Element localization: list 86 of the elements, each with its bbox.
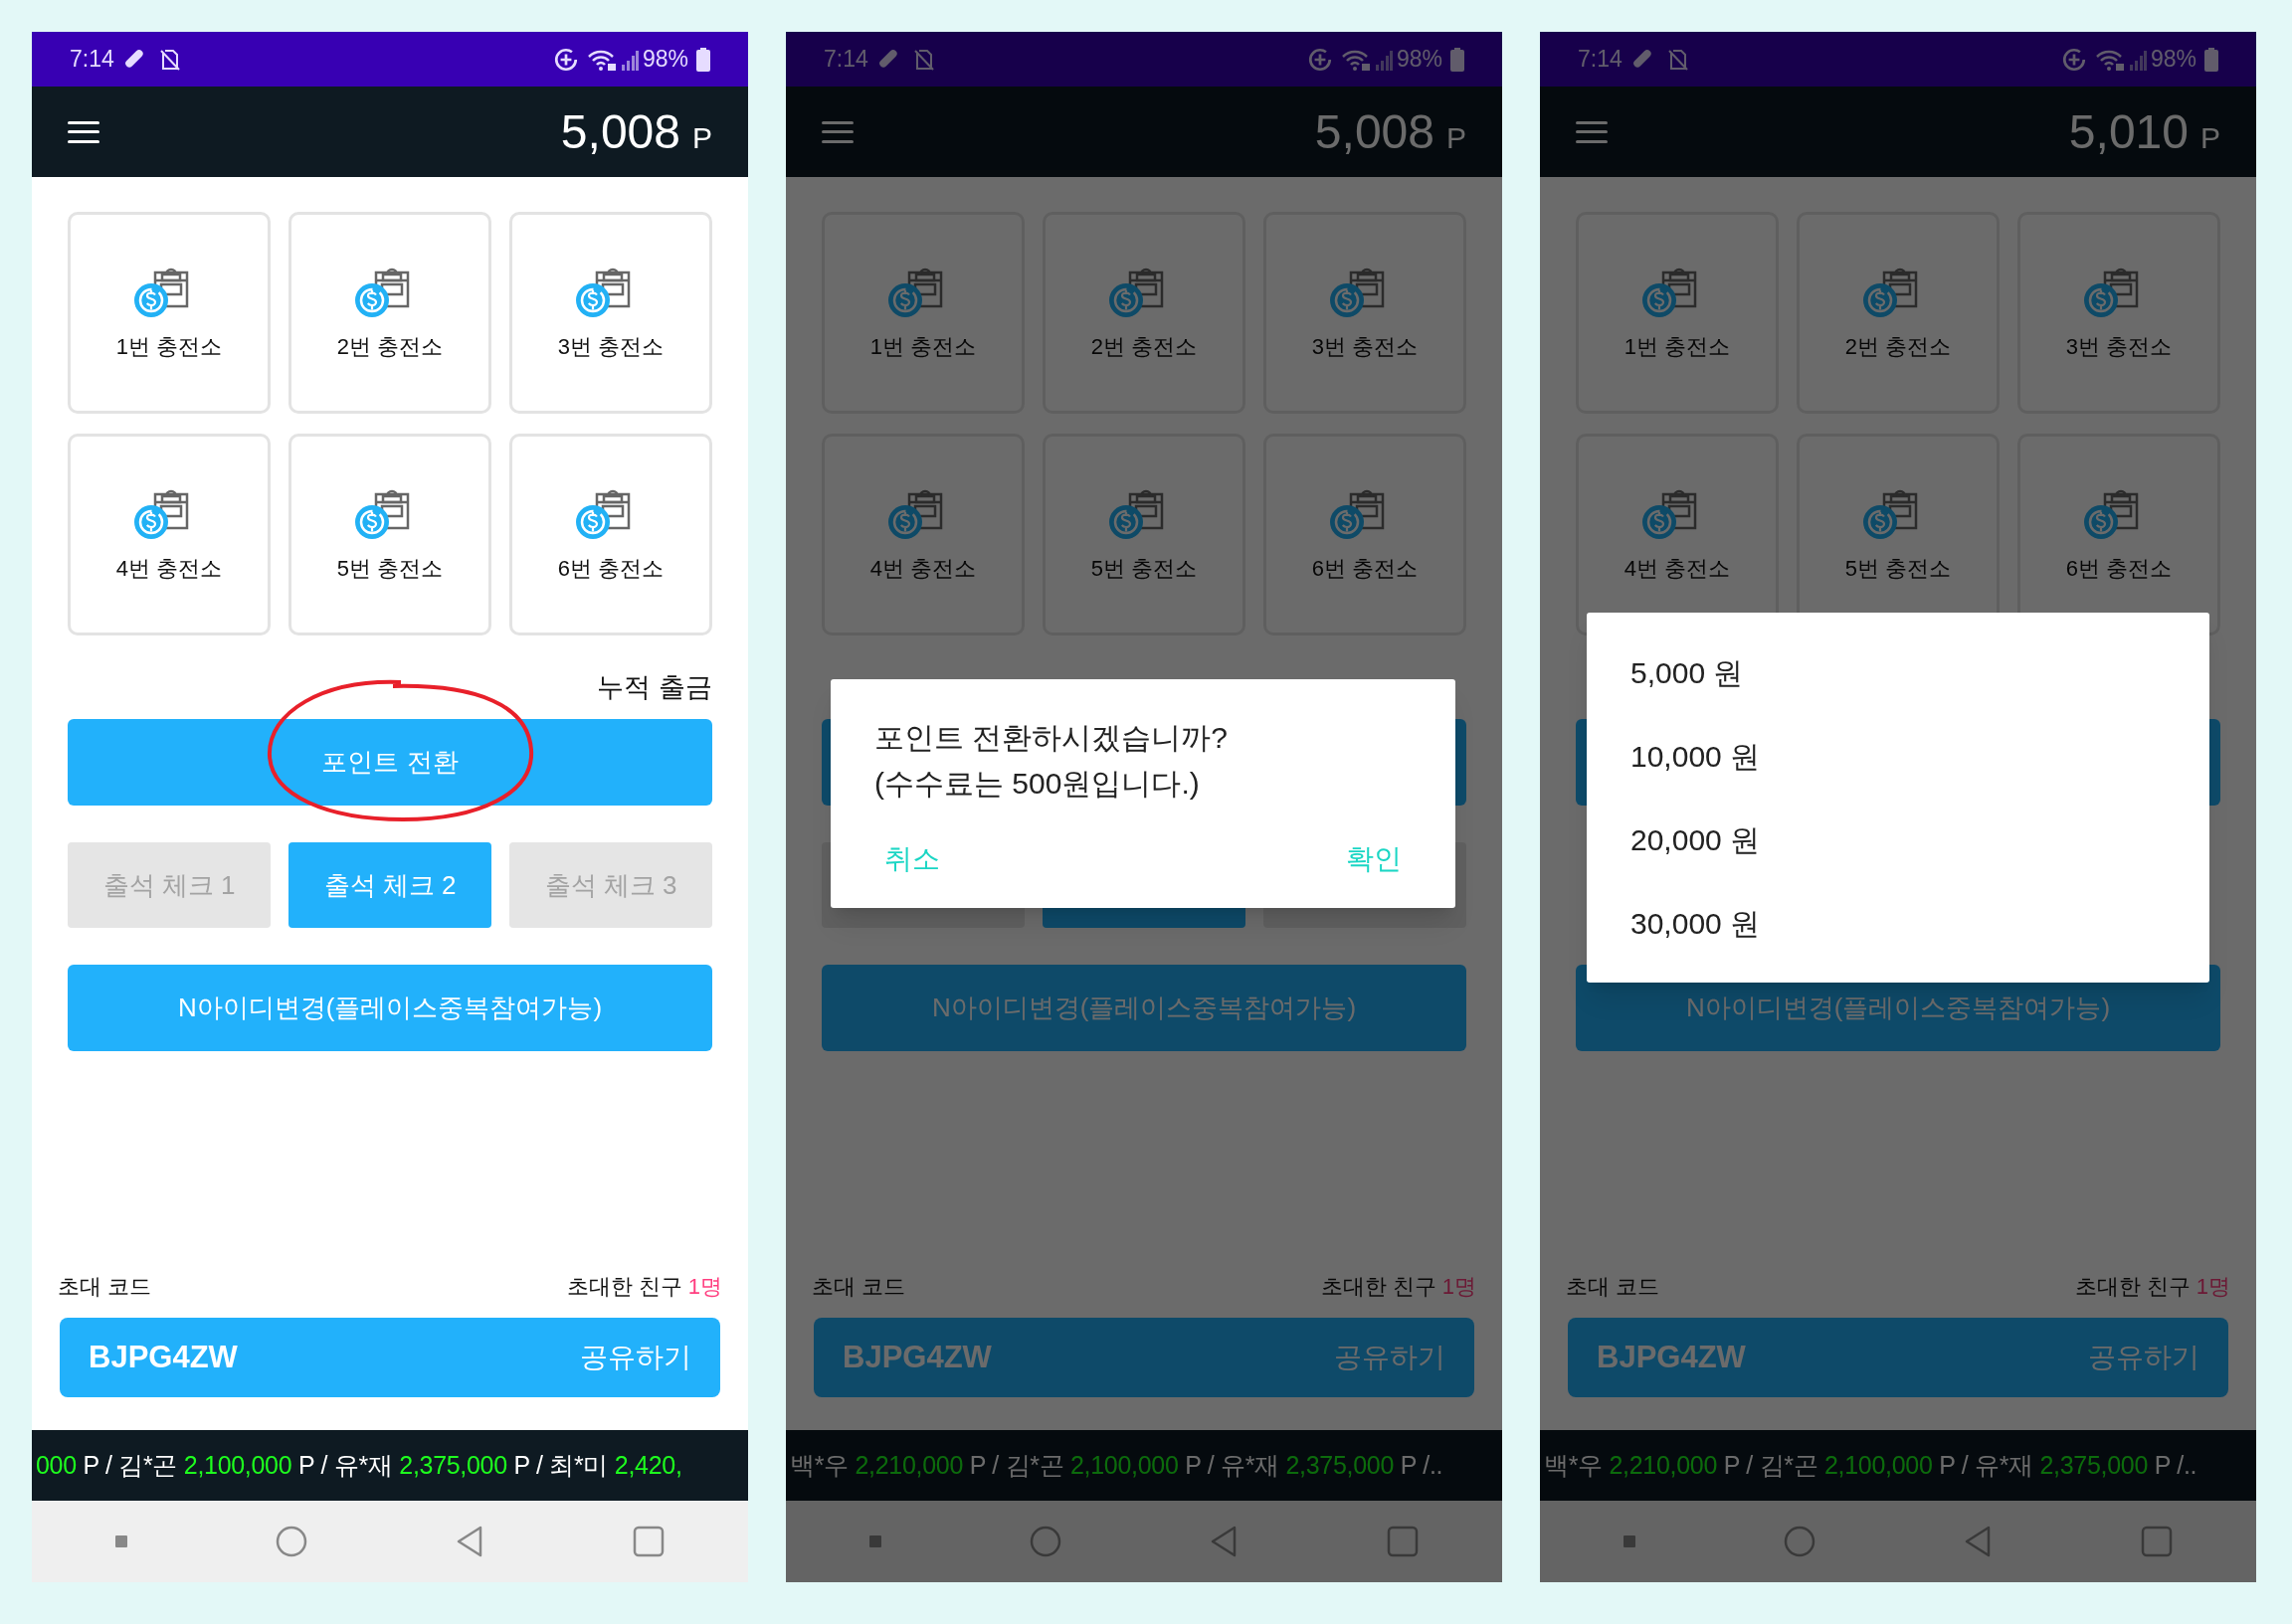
recents-icon xyxy=(2140,1526,2173,1557)
id-change-button[interactable]: N아이디변경(플레이스중복참여가능) xyxy=(68,965,712,1051)
status-time: 7:14 xyxy=(70,45,114,75)
ticker-amount: 2,210,000 xyxy=(1609,1449,1717,1481)
ticker-amount: 2,375,000 xyxy=(399,1449,507,1481)
station-tile[interactable]: 3번 충전소 xyxy=(2017,212,2220,414)
home-icon xyxy=(1783,1526,1815,1557)
ticker-amount: 000 xyxy=(36,1449,77,1481)
points-unit: P xyxy=(1446,120,1466,156)
ticker-text: P /.. xyxy=(1399,1449,1443,1481)
invited-friends-text: 초대한 친구 1명 xyxy=(1320,1272,1476,1301)
share-link[interactable]: 공유하기 xyxy=(580,1337,691,1378)
status-time: 7:14 xyxy=(824,45,868,75)
home-icon xyxy=(1029,1526,1061,1557)
station-tile[interactable]: 2번 충전소 xyxy=(1797,212,2000,414)
no-sim-icon xyxy=(1665,47,1690,72)
ticker-text: 백*우 xyxy=(790,1449,850,1481)
recents-icon xyxy=(1386,1526,1419,1557)
station-tile[interactable]: 3번 충전소 xyxy=(509,212,712,414)
signal-icon xyxy=(1374,48,1393,71)
ticker-text: P / 유*재 xyxy=(1938,1449,2034,1481)
invite-code-label: 초대 코드 xyxy=(1566,1272,1660,1301)
data-saver-icon xyxy=(1306,46,1333,73)
amount-option[interactable]: 20,000 원 xyxy=(1587,798,2209,881)
invite-code: BJPG4ZW xyxy=(1597,1338,1746,1376)
station-tile[interactable]: 2번 충전소 xyxy=(288,212,491,414)
ticker-text: P / 유*재 xyxy=(1184,1449,1280,1481)
battery-icon xyxy=(696,47,710,72)
station-tile[interactable]: 1번 충전소 xyxy=(68,212,271,414)
ticker-amount: 2,375,000 xyxy=(2039,1449,2149,1481)
station-tile[interactable]: 5번 충전소 xyxy=(1043,434,1245,635)
invited-friends-text: 초대한 친구 1명 xyxy=(566,1272,722,1301)
points-balance: 5,010 xyxy=(2068,103,2189,160)
ticker-amount: 2,210,000 xyxy=(855,1449,963,1481)
status-time: 7:14 xyxy=(1578,45,1623,75)
battery-percent: 98% xyxy=(642,45,688,75)
station-tile[interactable]: 1번 충전소 xyxy=(822,212,1025,414)
ticker-amount: 2,100,000 xyxy=(1824,1449,1933,1481)
signal-icon xyxy=(620,48,639,71)
menu-button[interactable] xyxy=(68,120,99,143)
station-tile[interactable]: 6번 충전소 xyxy=(509,434,712,635)
battery-icon xyxy=(2204,47,2218,72)
ticker-text: P / 유*재 xyxy=(296,1449,394,1481)
ticker-text: P / 김*곤 xyxy=(968,1449,1065,1481)
ticker-text: P / 김*곤 xyxy=(82,1449,179,1481)
ticker-text: P / 최*미 xyxy=(512,1449,610,1481)
station-tile[interactable]: 5번 충전소 xyxy=(288,434,491,635)
amount-option[interactable]: 10,000 원 xyxy=(1587,714,2209,798)
data-saver-icon xyxy=(2060,46,2087,73)
points-balance: 5,008 xyxy=(560,103,680,160)
battery-icon xyxy=(1450,47,1464,72)
invite-code: BJPG4ZW xyxy=(843,1338,992,1376)
data-saver-icon xyxy=(552,46,579,73)
ticker-text: P /.. xyxy=(2153,1449,2197,1481)
ticker-amount: 2,375,000 xyxy=(1285,1449,1395,1481)
no-sim-icon xyxy=(911,47,936,72)
withdraw-label: 누적 출금 xyxy=(597,670,712,704)
invite-code-label: 초대 코드 xyxy=(812,1272,906,1301)
ticker-amount: 2,100,000 xyxy=(1070,1449,1179,1481)
invite-code: BJPG4ZW xyxy=(89,1338,238,1376)
convert-points-button[interactable]: 포인트 전환 xyxy=(68,719,712,806)
attendance-button[interactable]: 출석 체크 2 xyxy=(288,842,491,928)
station-tile[interactable]: 4번 충전소 xyxy=(822,434,1025,635)
ticker-text: P / 김*곤 xyxy=(1722,1449,1819,1481)
battery-percent: 98% xyxy=(2150,45,2196,75)
signal-icon xyxy=(2128,48,2147,71)
no-sim-icon xyxy=(157,47,182,72)
station-tile[interactable]: 2번 충전소 xyxy=(1043,212,1245,414)
points-balance: 5,008 xyxy=(1314,103,1434,160)
home-icon xyxy=(275,1526,307,1557)
invited-friends-text: 초대한 친구 1명 xyxy=(2074,1272,2230,1301)
station-tile[interactable]: 4번 충전소 xyxy=(68,434,271,635)
battery-percent: 98% xyxy=(1396,45,1442,75)
points-unit: P xyxy=(692,120,712,156)
invite-code-label: 초대 코드 xyxy=(58,1272,152,1301)
ticker-text: 백*우 xyxy=(1544,1449,1604,1481)
recents-icon xyxy=(632,1526,665,1557)
points-unit: P xyxy=(2200,120,2220,156)
station-tile[interactable]: 6번 충전소 xyxy=(1263,434,1466,635)
ticker-amount: 2,420, xyxy=(614,1449,682,1481)
station-tile[interactable]: 1번 충전소 xyxy=(1576,212,1779,414)
station-tile[interactable]: 3번 충전소 xyxy=(1263,212,1466,414)
amount-option[interactable]: 30,000 원 xyxy=(1587,881,2209,965)
invite-code-bar[interactable]: BJPG4ZW 공유하기 xyxy=(60,1318,720,1397)
dialog-message: 포인트 전환하시겠습니까? (수수료는 500원입니다.) xyxy=(874,720,1230,802)
ticker-amount: 2,100,000 xyxy=(183,1449,292,1481)
